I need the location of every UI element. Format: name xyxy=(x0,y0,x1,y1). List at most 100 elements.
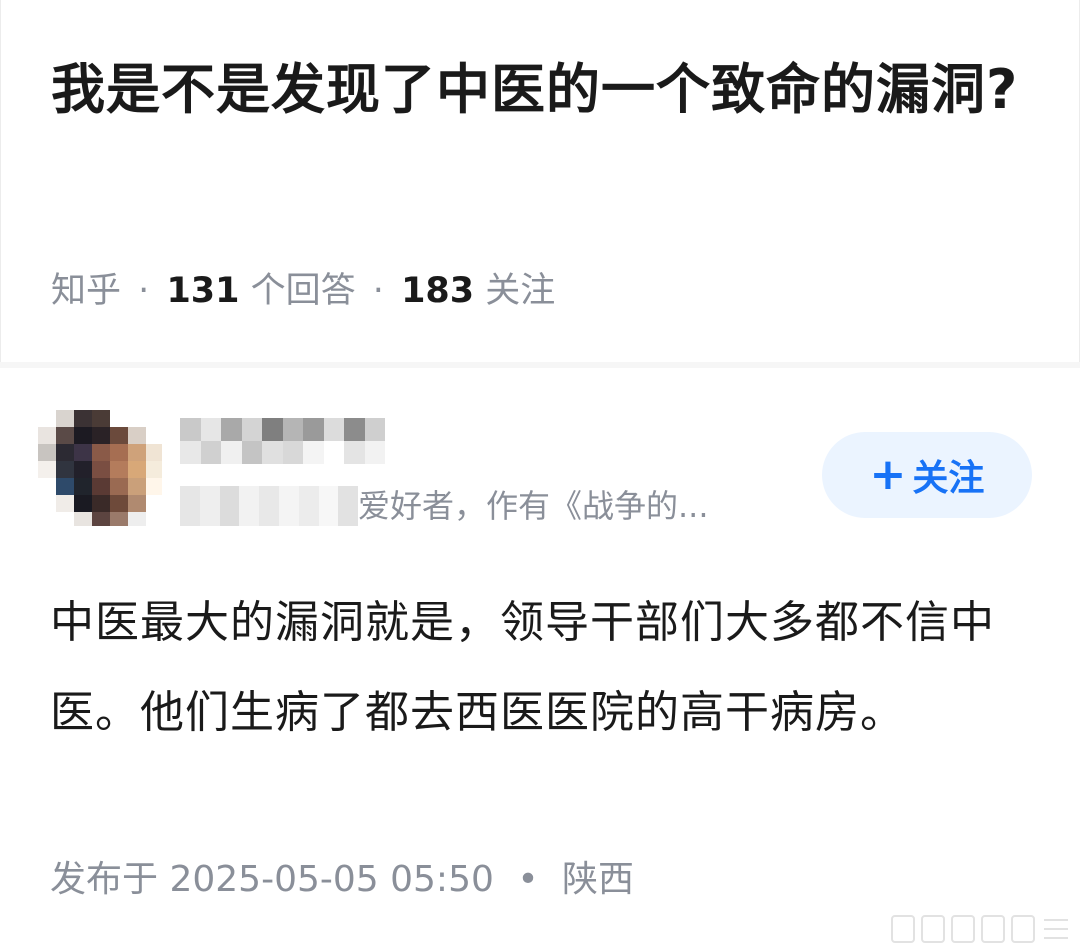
question-card: 我是不是发现了中医的一个致命的漏洞? 知乎 · 131 个回答 · 183 关注 xyxy=(0,0,1080,363)
bio-pixel xyxy=(180,486,200,526)
avatar-pixel xyxy=(56,495,74,513)
follower-count-label: 关注 xyxy=(485,271,556,311)
avatar-pixel xyxy=(38,427,56,445)
avatar-pixel xyxy=(146,478,162,496)
bio-pixel xyxy=(259,486,279,526)
avatar-pixel xyxy=(110,427,128,445)
author-bio-text: 爱好者，作有《战争的... xyxy=(358,487,709,525)
avatar-pixel xyxy=(146,512,162,526)
avatar-pixel xyxy=(56,444,74,462)
avatar-pixel xyxy=(74,495,92,513)
bio-pixel xyxy=(318,486,339,526)
avatar-pixel xyxy=(146,444,162,462)
avatar-pixel xyxy=(128,444,146,462)
name-pixel xyxy=(180,441,201,464)
meta-dot: • xyxy=(517,859,539,900)
name-pixel xyxy=(303,418,324,441)
avatar-pixel xyxy=(110,478,128,496)
avatar-pixel xyxy=(74,410,92,428)
avatar-pixel xyxy=(38,512,56,526)
avatar-pixel xyxy=(92,495,110,513)
name-pixel xyxy=(262,418,283,441)
avatar-pixel xyxy=(146,410,162,428)
bio-pixel xyxy=(219,486,240,526)
author-bio: 爱好者，作有《战争的... xyxy=(180,484,780,528)
name-pixel xyxy=(180,418,201,441)
name-pixel xyxy=(221,441,242,464)
avatar-pixel xyxy=(56,410,74,428)
avatar-pixel xyxy=(38,478,56,496)
meta-separator: · xyxy=(372,271,384,311)
answer-meta: 发布于 2025-05-05 05:50 • 陕西 xyxy=(50,856,634,904)
meta-separator: · xyxy=(138,271,150,311)
location: 陕西 xyxy=(562,859,635,900)
avatar-pixel xyxy=(38,444,56,462)
name-pixel xyxy=(241,441,262,464)
avatar-pixel xyxy=(38,410,56,428)
section-divider xyxy=(0,362,1080,368)
name-pixel xyxy=(344,418,365,441)
avatar-pixel xyxy=(56,512,74,526)
name-pixel xyxy=(344,441,365,464)
avatar-pixel xyxy=(74,478,92,496)
avatar-pixel xyxy=(56,461,74,479)
author-bio-redacted xyxy=(180,486,359,526)
name-pixel xyxy=(241,418,262,441)
plus-icon: + xyxy=(869,449,907,500)
question-title[interactable]: 我是不是发现了中医的一个致命的漏洞? xyxy=(51,44,1041,136)
avatar-pixel xyxy=(128,512,146,526)
name-pixel xyxy=(221,418,242,441)
avatar-pixel xyxy=(110,410,128,428)
avatar-pixel xyxy=(128,461,146,479)
name-pixel xyxy=(200,441,221,464)
avatar-pixel xyxy=(92,478,110,496)
avatar-pixel xyxy=(110,461,128,479)
name-pixel xyxy=(282,418,303,441)
avatar-pixel xyxy=(74,444,92,462)
published-label: 发布于 xyxy=(50,859,159,900)
avatar-pixel xyxy=(92,444,110,462)
answer-count: 131 xyxy=(166,271,240,311)
name-pixel xyxy=(323,441,344,464)
follow-label: 关注 xyxy=(912,458,985,499)
author-name-redacted[interactable] xyxy=(180,418,385,464)
bio-pixel xyxy=(279,486,299,526)
avatar-pixel xyxy=(38,495,56,513)
bio-pixel xyxy=(239,486,260,526)
name-pixel xyxy=(364,418,385,441)
avatar[interactable] xyxy=(38,410,162,526)
name-pixel xyxy=(364,441,385,464)
avatar-pixel xyxy=(38,461,56,479)
avatar-pixel xyxy=(146,461,162,479)
avatar-pixel xyxy=(92,410,110,428)
name-pixel xyxy=(282,441,303,464)
avatar-pixel xyxy=(74,427,92,445)
avatar-pixel xyxy=(56,478,74,496)
avatar-pixel xyxy=(92,512,110,526)
avatar-pixel xyxy=(110,495,128,513)
avatar-pixel xyxy=(128,410,146,428)
avatar-pixel xyxy=(92,427,110,445)
avatar-pixel xyxy=(56,427,74,445)
name-pixel xyxy=(200,418,221,441)
avatar-pixel xyxy=(110,444,128,462)
bio-pixel xyxy=(298,486,319,526)
follow-button[interactable]: + 关注 xyxy=(822,432,1032,518)
published-time: 2025-05-05 05:50 xyxy=(169,859,494,900)
bio-pixel xyxy=(338,486,359,526)
answer-count-label: 个回答 xyxy=(250,271,356,311)
avatar-pixel xyxy=(92,461,110,479)
name-pixel xyxy=(323,418,344,441)
name-pixel xyxy=(262,441,283,464)
avatar-pixel xyxy=(110,512,128,526)
answer-content[interactable]: 中医最大的漏洞就是，领导干部们大多都不信中医。他们生病了都去西医医院的高干病房。 xyxy=(50,578,1035,758)
question-meta: 知乎 · 131 个回答 · 183 关注 xyxy=(51,268,555,314)
avatar-pixel xyxy=(74,512,92,526)
source-label: 知乎 xyxy=(51,271,122,311)
avatar-pixel xyxy=(128,427,146,445)
watermark-logo xyxy=(891,915,1068,943)
avatar-pixel xyxy=(128,478,146,496)
avatar-pixel xyxy=(146,427,162,445)
follower-count: 183 xyxy=(401,271,475,311)
avatar-pixel xyxy=(74,461,92,479)
